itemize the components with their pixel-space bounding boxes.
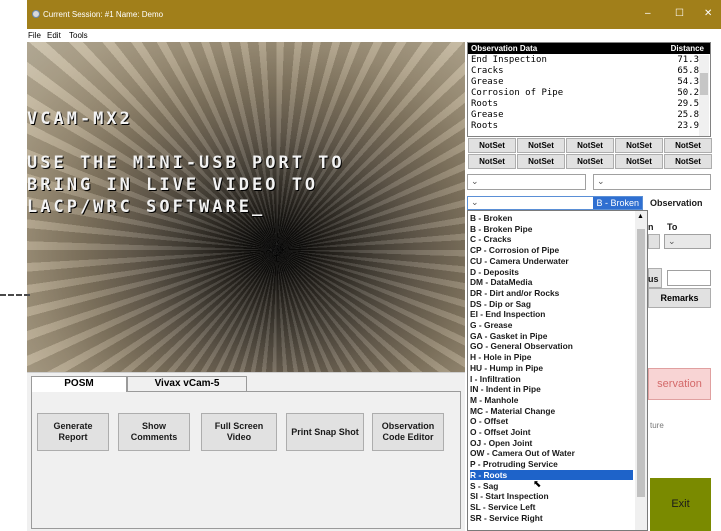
dropdown-option[interactable]: S - Sag [470,481,498,491]
notset-button[interactable]: NotSet [566,138,614,153]
dropdown-option[interactable]: M - Manhole [470,395,518,405]
dashed-pointer-line [0,294,30,296]
dropdown-option[interactable]: DR - Dirt and/or Rocks [470,288,559,298]
list-item[interactable]: Grease 25.8 [471,110,699,120]
dropdown-option[interactable]: B - Broken Pipe [470,224,532,234]
list-item[interactable]: End Inspection 71.3 [471,55,699,65]
app-icon [32,10,40,18]
dropdown-option[interactable]: I - Infiltration [470,374,521,384]
chevron-down-icon: ⌄ [471,197,479,207]
dropdown-option[interactable]: GO - General Observation [470,341,573,351]
osd-line-1: USE THE MINI-USB PORT TO [27,153,345,173]
observation-code-editor-button[interactable]: Observation Code Editor [372,413,444,451]
dropdown-option[interactable]: R - Roots [470,469,633,480]
lower-panel: POSM Vivax vCam-5 Generate Report Show Com… [27,372,465,531]
combo-box-left[interactable]: ⌄ [467,174,586,190]
dropdown-option[interactable]: O - Offset Joint [470,427,531,437]
dropdown-option[interactable]: IN - Indent in Pipe [470,384,541,394]
dropdown-option[interactable]: H - Hole in Pipe [470,352,531,362]
osd-device-name: VCAM-MX2 [27,109,133,129]
close-button[interactable]: ✕ [704,8,712,19]
list-item[interactable]: Cracks 65.8 [471,66,699,76]
to-label: To [667,222,678,232]
partial-label-n: n [648,222,654,232]
partial-label-us: us [648,274,659,284]
notset-button[interactable]: NotSet [615,154,663,169]
dropdown-option[interactable]: O - Offset [470,416,508,426]
title-bar: Current Session: #1 Name: Demo – ☐ ✕ [27,0,721,29]
dropdown-option[interactable]: DS - Dip or Sag [470,299,531,309]
dropdown-option[interactable]: C - Cracks [470,234,511,244]
observation-code-list[interactable]: ▲ B - Broken B - Broken Pipe C - Cracks CP … [467,210,648,531]
dropdown-option[interactable]: CP - Corrosion of Pipe [470,245,559,255]
notset-button[interactable]: NotSet [517,154,565,169]
generate-report-button[interactable]: Generate Report [37,413,109,451]
menu-file[interactable]: File [28,31,41,40]
dropdown-scroll-thumb[interactable] [637,229,645,497]
chevron-down-icon: ⌄ [668,236,676,246]
dropdown-option[interactable]: B - Broken [470,213,512,223]
observation-data-list[interactable]: Observation Data Distance End Inspection… [467,42,711,137]
dropdown-option[interactable]: SI - Start Inspection [470,491,549,501]
notset-button[interactable]: NotSet [566,154,614,169]
tab-panel: Generate Report Show Comments Full Screen V… [31,391,461,529]
mouse-cursor-icon: ⬉ [533,479,542,490]
notset-button[interactable]: NotSet [468,138,516,153]
tab-vivax-vcam-5[interactable]: Vivax vCam-5 [127,376,247,392]
video-feed: VCAM-MX2 USE THE MINI-USB PORT TO BRING … [27,42,465,372]
scroll-up-icon[interactable]: ▲ [637,213,644,220]
dropdown-option[interactable]: SL - Service Left [470,502,535,512]
observation-code-dropdown[interactable]: ⌄ B - Broken [467,196,643,210]
minimize-button[interactable]: – [645,8,651,19]
dropdown-option[interactable]: OJ - Open Joint [470,438,532,448]
observation-label: Observation [650,198,703,208]
dropdown-selected-value: B - Broken [593,197,642,209]
menu-tools[interactable]: Tools [69,31,88,40]
value-input[interactable] [667,270,711,286]
full-screen-video-button[interactable]: Full Screen Video [201,413,277,451]
dropdown-option[interactable]: DM - DataMedia [470,277,532,287]
notset-button[interactable]: NotSet [468,154,516,169]
list-item[interactable]: Roots 29.5 [471,99,699,109]
menu-edit[interactable]: Edit [47,31,61,40]
dropdown-option[interactable]: D - Deposits [470,267,519,277]
exit-button[interactable]: Exit [650,478,711,531]
dropdown-option[interactable]: EI - End Inspection [470,309,545,319]
partial-label-ture: ture [650,421,664,430]
notset-button[interactable]: NotSet [517,138,565,153]
menu-bar: File Edit Tools [27,29,721,42]
list-item[interactable]: Corrosion of Pipe 50.2 [471,88,699,98]
window-title: Current Session: #1 Name: Demo [43,10,164,19]
combo-box-right[interactable]: ⌄ [593,174,711,190]
show-comments-button[interactable]: Show Comments [118,413,190,451]
notset-button[interactable]: NotSet [664,154,712,169]
from-combo[interactable] [648,234,660,249]
tab-posm[interactable]: POSM [31,376,127,392]
chevron-down-icon: ⌄ [471,176,479,186]
list-item[interactable]: Roots 23.9 [471,121,699,131]
dropdown-option[interactable]: MC - Material Change [470,406,555,416]
notset-button[interactable]: NotSet [664,138,712,153]
dropdown-option[interactable]: GA - Gasket in Pipe [470,331,547,341]
observation-list-scrollbar[interactable] [699,55,709,136]
chevron-down-icon: ⌄ [597,176,605,186]
dropdown-scrollbar[interactable]: ▲ [635,211,647,530]
print-snap-shot-button[interactable]: Print Snap Shot [286,413,364,451]
dropdown-option[interactable]: HU - Hump in Pipe [470,363,543,373]
remarks-button[interactable]: Remarks [648,288,711,308]
observation-button[interactable]: servation [648,368,711,400]
list-item[interactable]: Grease 54.3 [471,77,699,87]
dropdown-option[interactable]: OW - Camera Out of Water [470,448,575,458]
notset-button[interactable]: NotSet [615,138,663,153]
dropdown-option[interactable]: G - Grease [470,320,512,330]
dropdown-option[interactable]: P - Protruding Service [470,459,558,469]
dropdown-option[interactable]: SR - Service Right [470,513,543,523]
osd-line-2: BRING IN LIVE VIDEO TO [27,175,319,195]
maximize-button[interactable]: ☐ [675,8,684,19]
dropdown-option[interactable]: CU - Camera Underwater [470,256,569,266]
observation-list-header: Observation Data Distance [468,43,710,54]
osd-line-3: LACP/WRC SOFTWARE_ [27,197,266,217]
to-combo[interactable]: ⌄ [664,234,711,249]
